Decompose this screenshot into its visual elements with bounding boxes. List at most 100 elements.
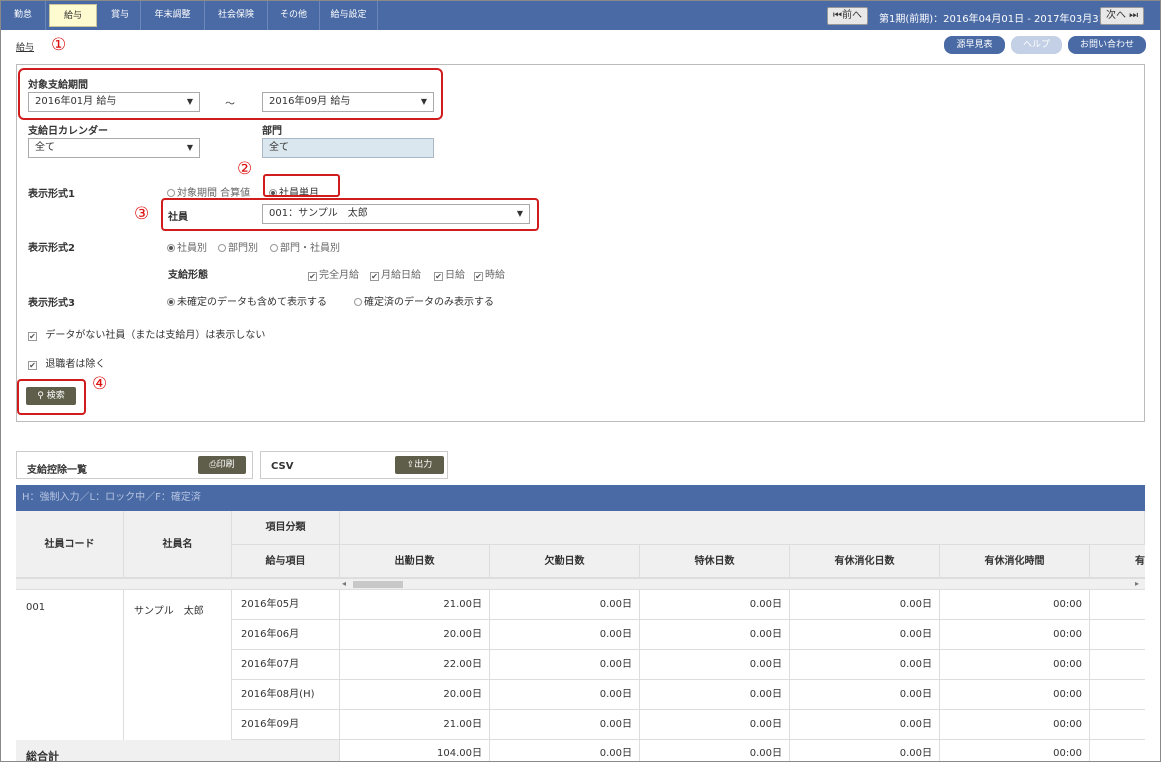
display2-option-employee[interactable]: 社員別 [167,239,207,254]
highlight-box-1 [18,68,443,120]
value-cell [1090,680,1145,710]
month-cell: 2016年09月 [232,710,340,740]
tab-bonus[interactable]: 賞与 [100,1,141,30]
value-cell: 0.00日 [640,650,790,680]
annotation-1: ① [51,35,67,55]
total-label: 総合計 [16,740,340,761]
radio-selected-icon [167,298,175,306]
tab-attendance[interactable]: 勤怠 [1,1,46,30]
display2-option-dept-label: 部門別 [228,243,258,254]
scroll-left-icon[interactable]: ◂ [342,579,346,588]
paytype-hourly[interactable]: ✔ 時給 [474,266,505,281]
display1-option-total[interactable]: 対象期間 合算値 [167,184,250,199]
checkbox-checked-icon: ✔ [370,272,379,281]
highlight-box-2 [263,174,340,197]
paytype-hourly-label: 時給 [485,270,505,281]
breadcrumb[interactable]: 給与 [16,40,34,53]
value-cell: 0.00日 [790,710,940,740]
value-cell [1090,620,1145,650]
display2-option-dept-employee[interactable]: 部門・社員別 [270,239,340,254]
display1-label: 表示形式1 [28,189,75,200]
radio-icon [218,244,226,252]
value-cell: 22.00日 [340,650,490,680]
prev-period-button[interactable]: ⏮前へ [827,7,868,25]
value-cell: 0.00日 [790,650,940,680]
scrollbar-thumb[interactable] [353,581,403,588]
tab-salary[interactable]: 給与 [49,4,97,27]
display2-option-dept-employee-label: 部門・社員別 [280,243,340,254]
radio-selected-icon [167,244,175,252]
value-cell: 0.00日 [640,620,790,650]
tab-other[interactable]: その他 [268,1,320,30]
header-col: 有休消化時間 [940,545,1090,578]
header-item: 給与項目 [232,545,340,578]
next-period-button[interactable]: 次へ ⏭ [1100,7,1145,25]
employee-code-cell: 001 [16,590,124,740]
value-cell [1090,650,1145,680]
value-cell [1090,710,1145,740]
header-col: 有休消化日数 [790,545,940,578]
value-cell: 0.00日 [790,620,940,650]
header-category-span [340,511,1145,545]
contact-button[interactable]: お問い合わせ [1068,36,1146,54]
value-cell: 21.00日 [340,590,490,620]
display2-option-employee-label: 社員別 [177,243,207,254]
csv-box: CSV ⇪出力 [260,451,448,479]
list-box: 支給控除一覧 ⎙印刷 [16,451,253,479]
month-cell: 2016年08月(H) [232,680,340,710]
checkbox-checked-icon: ✔ [308,272,317,281]
value-cell [1090,590,1145,620]
value-cell: 0.00日 [490,680,640,710]
display3-option-all-label: 未確定のデータも含めて表示する [177,297,327,308]
value-cell: 0.00日 [640,590,790,620]
value-cell: 0.00日 [490,620,640,650]
period-label: 第1期(前期)：2016年04月01日 - 2017年03月31日 [879,14,1115,25]
horizontal-scrollbar[interactable]: ◂ ▸ [16,578,1145,590]
display3-label: 表示形式3 [28,298,75,309]
dept-field[interactable]: 全て [262,138,434,158]
tab-social-insurance[interactable]: 社会保険 [205,1,268,30]
display2-option-dept[interactable]: 部門別 [218,239,258,254]
header-col: 出勤日数 [340,545,490,578]
value-cell: 21.00日 [340,710,490,740]
paytype-monthly-daily[interactable]: ✔ 月給日給 [370,266,421,281]
output-button[interactable]: ⇪出力 [395,456,444,474]
header-col: 有 [1090,545,1145,578]
value-cell: 00:00 [940,650,1090,680]
paytype-monthly[interactable]: ✔ 完全月給 [308,266,359,281]
tab-salary-settings[interactable]: 給与設定 [320,1,378,30]
rate-table-button[interactable]: 源早見表 [944,36,1005,54]
value-cell: 20.00日 [340,680,490,710]
payroll-table: 社員コード 社員名 項目分類 給与項目 出勤日数 欠勤日数 特休日数 有休消化日… [16,511,1145,761]
value-cell: 0.00日 [640,710,790,740]
highlight-box-4 [17,379,86,415]
value-cell: 00:00 [940,710,1090,740]
paytype-label: 支給形態 [168,270,208,281]
scroll-right-icon[interactable]: ▸ [1135,579,1139,588]
print-icon: ⎙ [209,460,217,470]
print-button[interactable]: ⎙印刷 [198,456,246,474]
value-cell: 00:00 [940,590,1090,620]
calendar-select[interactable]: 全て ▼ [28,138,200,158]
display2-label: 表示形式2 [28,243,75,254]
header-col: 特休日数 [640,545,790,578]
checkbox-checked-icon: ✔ [28,332,37,341]
paytype-monthly-label: 完全月給 [319,270,359,281]
radio-icon [354,298,362,306]
tab-year-end[interactable]: 年末調整 [141,1,205,30]
hide-no-data-label: データがない社員（または支給月）は表示しない [45,330,266,341]
exclude-retired-checkbox[interactable]: ✔ 退職者は除く [28,355,105,370]
paytype-daily[interactable]: ✔ 日給 [434,266,465,281]
hide-no-data-checkbox[interactable]: ✔ データがない社員（または支給月）は表示しない [28,326,265,341]
calendar-label: 支給日カレンダー [28,126,108,137]
radio-icon [167,189,175,197]
help-button[interactable]: ヘルプ [1011,36,1062,54]
csv-label: CSV [271,461,294,472]
employee-name-cell: サンプル 太郎 [124,590,232,740]
display3-option-confirmed[interactable]: 確定済のデータのみ表示する [354,293,494,308]
legend-bar: H：強制入力／L：ロック中／F：確定済 [16,485,1145,511]
header-employee-name: 社員名 [124,511,232,578]
app-window: 勤怠 給与 賞与 年末調整 社会保険 その他 給与設定 ⏮前へ 第1期(前期)：… [0,0,1161,762]
display3-option-confirmed-label: 確定済のデータのみ表示する [364,297,494,308]
display3-option-all[interactable]: 未確定のデータも含めて表示する [167,293,327,308]
